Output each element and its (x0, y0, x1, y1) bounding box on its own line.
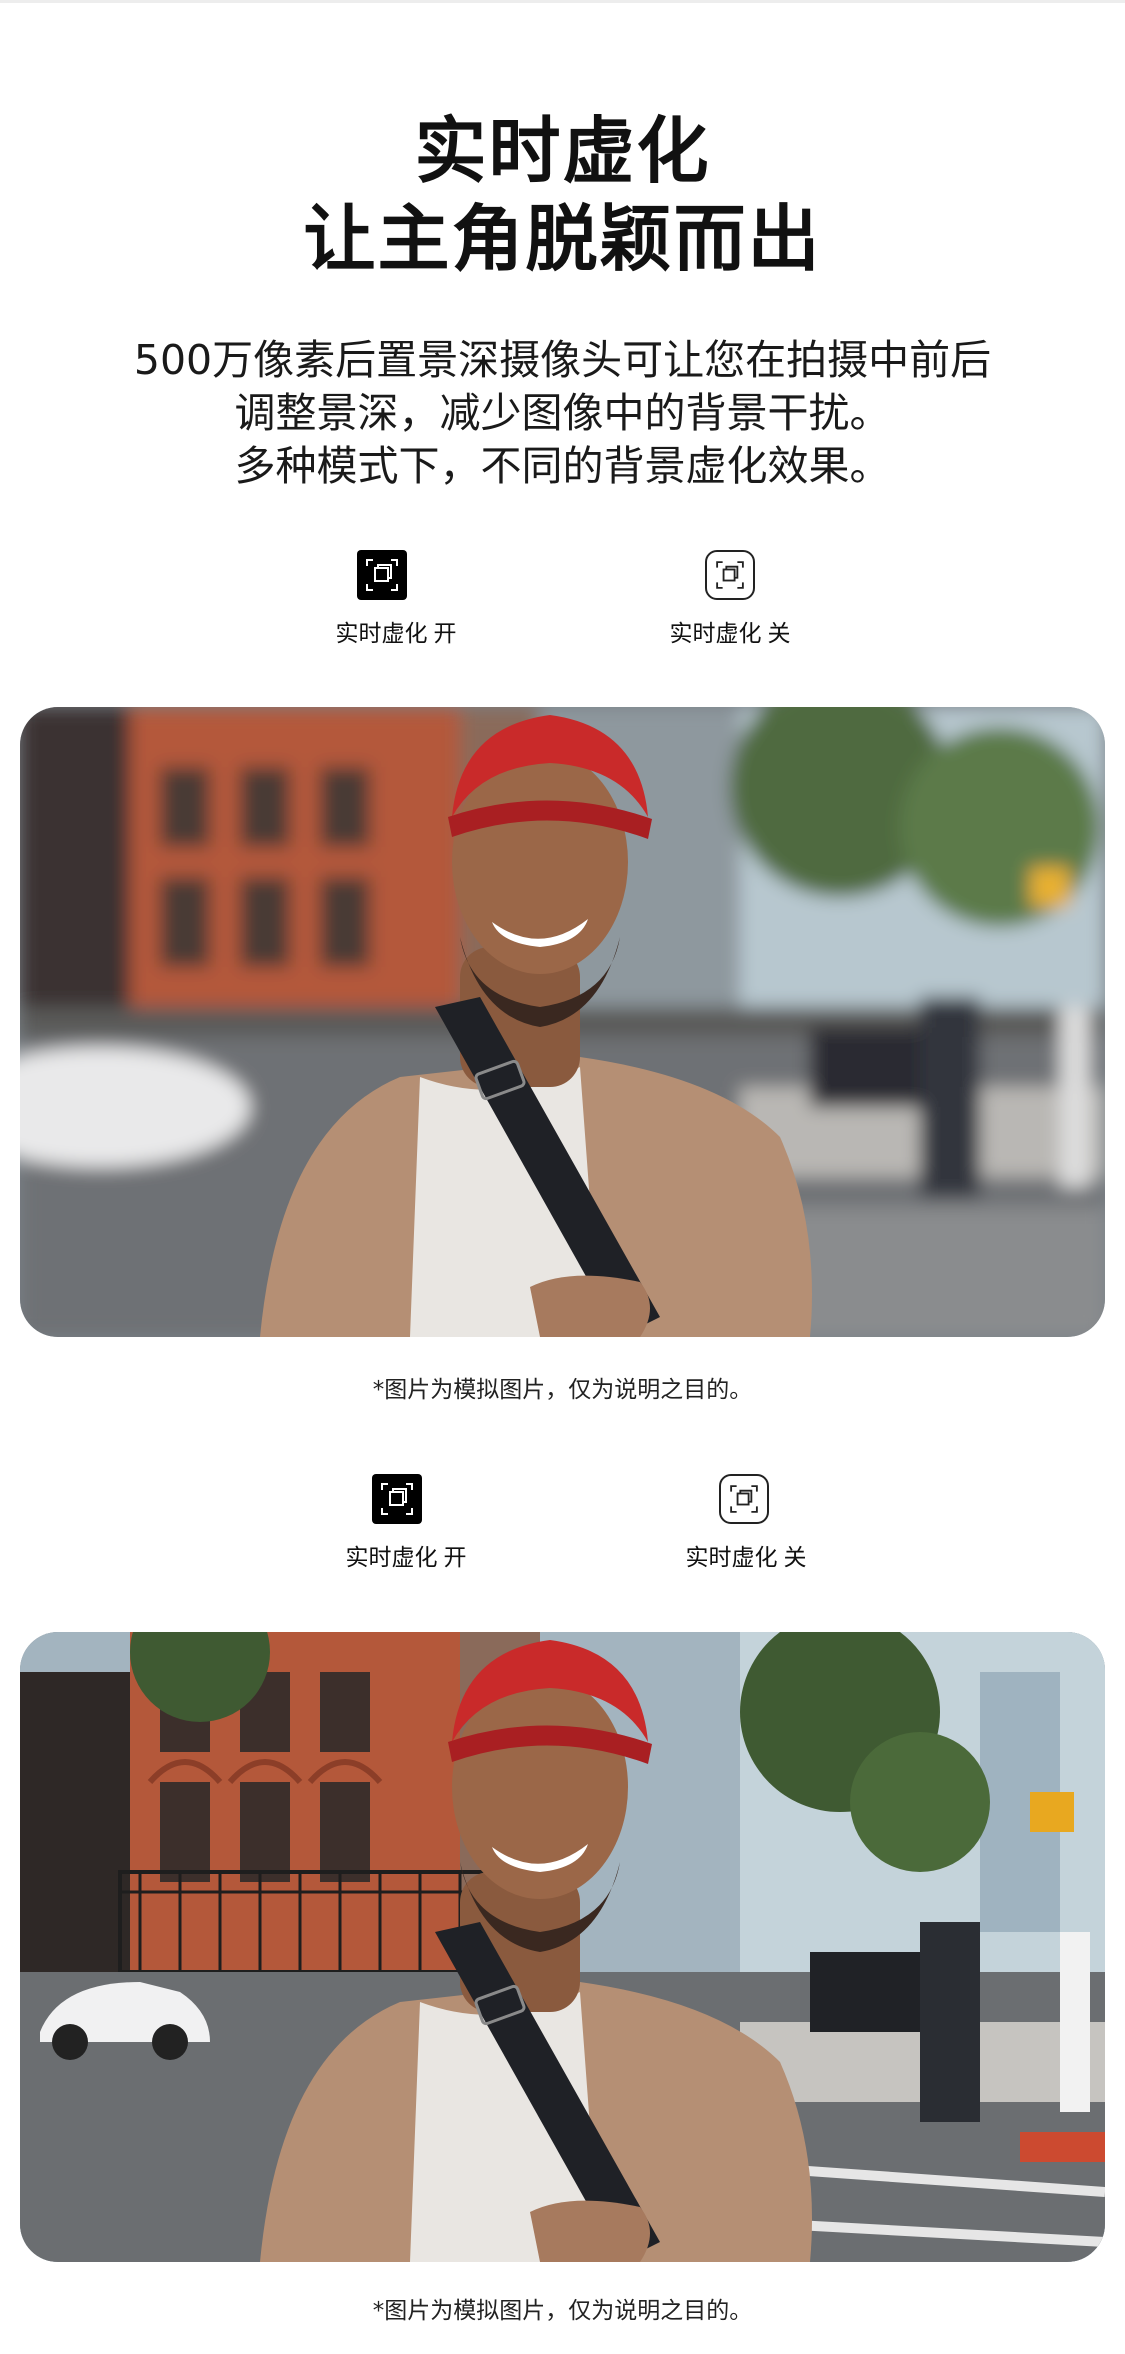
live-focus-state-text: 关 (767, 621, 791, 647)
street-portrait-blurred (20, 707, 1105, 1337)
live-focus-label-text: 实时虚化 (685, 1545, 778, 1571)
description-line-3: 多种模式下，不同的背景虚化效果。 (234, 442, 891, 490)
photo-live-focus-off (20, 1632, 1105, 2262)
live-focus-icon (730, 1485, 758, 1513)
headline-line-1: 实时虚化 (414, 109, 711, 193)
live-focus-label-text: 实时虚化 (335, 621, 428, 647)
street-portrait-sharp (20, 1632, 1105, 2262)
disclaimer-caption: *图片为模拟图片，仅为说明之目的。 (372, 2298, 753, 2324)
live-focus-label-text: 实时虚化 (345, 1545, 438, 1571)
live-focus-on-button[interactable] (372, 1474, 422, 1524)
live-focus-on-button[interactable] (357, 550, 407, 600)
live-focus-off-button[interactable] (705, 550, 755, 600)
live-focus-off-button[interactable] (719, 1474, 769, 1524)
live-focus-icon (716, 561, 744, 589)
live-focus-icon (381, 1483, 413, 1515)
live-focus-label-text: 实时虚化 (669, 621, 762, 647)
live-focus-state-text: 关 (783, 1545, 807, 1571)
live-focus-off-label[interactable]: 实时虚化关 (616, 1543, 876, 1573)
top-divider (0, 0, 1125, 3)
live-focus-on-label[interactable]: 实时虚化开 (266, 619, 526, 649)
live-focus-state-text: 开 (443, 1545, 467, 1571)
description-line-2: 调整景深，减少图像中的背景干扰。 (234, 389, 891, 437)
description-line-1: 500万像素后置景深摄像头可让您在拍摄中前后 (133, 336, 992, 384)
live-focus-on-label[interactable]: 实时虚化开 (276, 1543, 536, 1573)
headline-line-2: 让主角脱颖而出 (303, 197, 822, 281)
disclaimer-caption: *图片为模拟图片，仅为说明之目的。 (372, 1377, 753, 1403)
live-focus-state-text: 开 (433, 621, 457, 647)
live-focus-icon (366, 559, 398, 591)
photo-live-focus-on (20, 707, 1105, 1337)
live-focus-off-label[interactable]: 实时虚化关 (600, 619, 860, 649)
